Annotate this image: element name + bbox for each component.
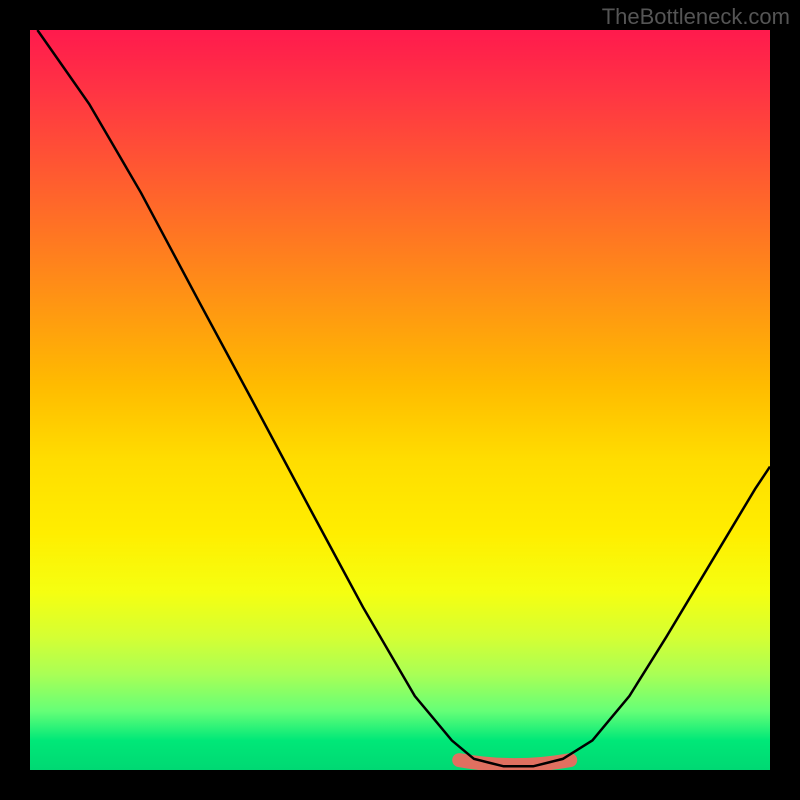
chart-curve-line (37, 30, 770, 766)
chart-svg (30, 30, 770, 770)
chart-plot-area (30, 30, 770, 770)
watermark-text: TheBottleneck.com (602, 4, 790, 30)
